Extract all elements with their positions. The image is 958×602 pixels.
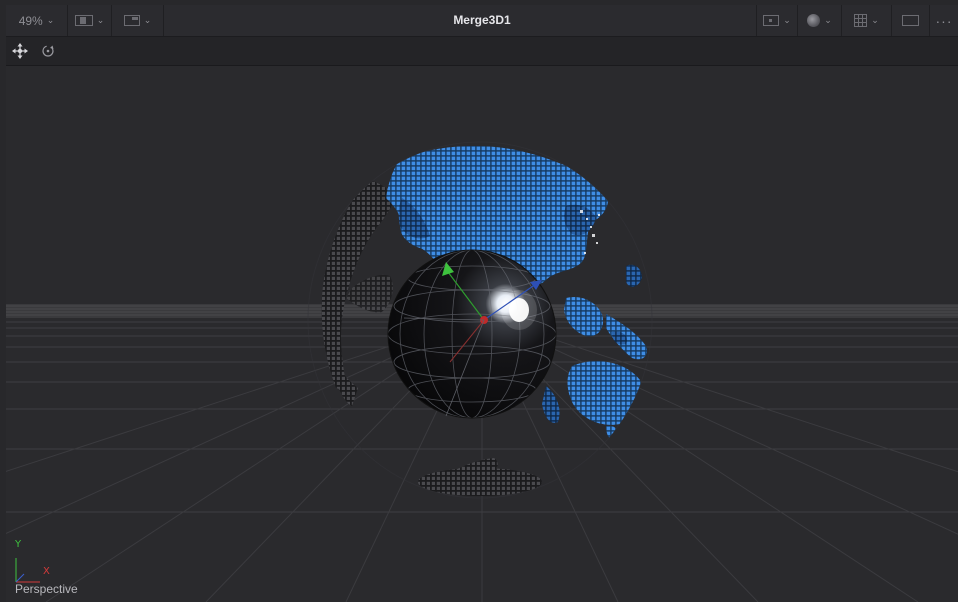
color-channel-dropdown[interactable]: ⌄ bbox=[798, 5, 842, 36]
chevron-down-icon: ⌄ bbox=[143, 15, 152, 26]
axis-x-label: X bbox=[43, 566, 50, 577]
chevron-down-icon: ⌄ bbox=[46, 15, 55, 26]
transform-move-button[interactable] bbox=[10, 41, 30, 61]
view-mode-label[interactable]: Perspective bbox=[15, 582, 78, 596]
transform-move-icon bbox=[12, 43, 28, 59]
chevron-down-icon: ⌄ bbox=[783, 15, 791, 26]
3d-viewport[interactable]: Y X Perspective bbox=[6, 66, 958, 602]
rotate-icon bbox=[42, 45, 54, 57]
viewer-panel: Merge3D1 49% ⌄ ⌄ ⌄ ⌄ ⌄ ⌄ ··· Y X Perspec… bbox=[0, 0, 958, 602]
monitor-icon bbox=[763, 15, 780, 26]
viewer-tools-bar bbox=[6, 37, 958, 66]
chevron-down-icon: ⌄ bbox=[871, 15, 879, 26]
scene-render bbox=[6, 141, 958, 602]
chevron-down-icon: ⌄ bbox=[96, 15, 105, 26]
more-options-icon: ··· bbox=[935, 12, 953, 29]
roi-rect-icon bbox=[902, 15, 919, 26]
rotate-button[interactable] bbox=[38, 41, 58, 61]
color-channel-icon bbox=[807, 14, 821, 27]
split-dropdown[interactable]: ⌄ bbox=[112, 5, 164, 36]
layout-single-icon bbox=[74, 15, 93, 26]
monitor-dropdown[interactable]: ⌄ bbox=[756, 5, 798, 36]
viewer-header: Merge3D1 49% ⌄ ⌄ ⌄ ⌄ ⌄ ⌄ ··· bbox=[6, 5, 958, 37]
layout-split-icon bbox=[123, 15, 140, 26]
zoom-dropdown[interactable]: 49% ⌄ bbox=[6, 5, 68, 36]
axis-y-label: Y bbox=[15, 539, 22, 550]
grid-icon bbox=[854, 14, 868, 27]
chevron-down-icon: ⌄ bbox=[824, 15, 832, 26]
more-options-button[interactable]: ··· bbox=[930, 5, 958, 36]
roi-button[interactable] bbox=[892, 5, 930, 36]
zoom-level: 49% bbox=[18, 13, 43, 28]
layout-dropdown[interactable]: ⌄ bbox=[68, 5, 112, 36]
grid-dropdown[interactable]: ⌄ bbox=[842, 5, 892, 36]
